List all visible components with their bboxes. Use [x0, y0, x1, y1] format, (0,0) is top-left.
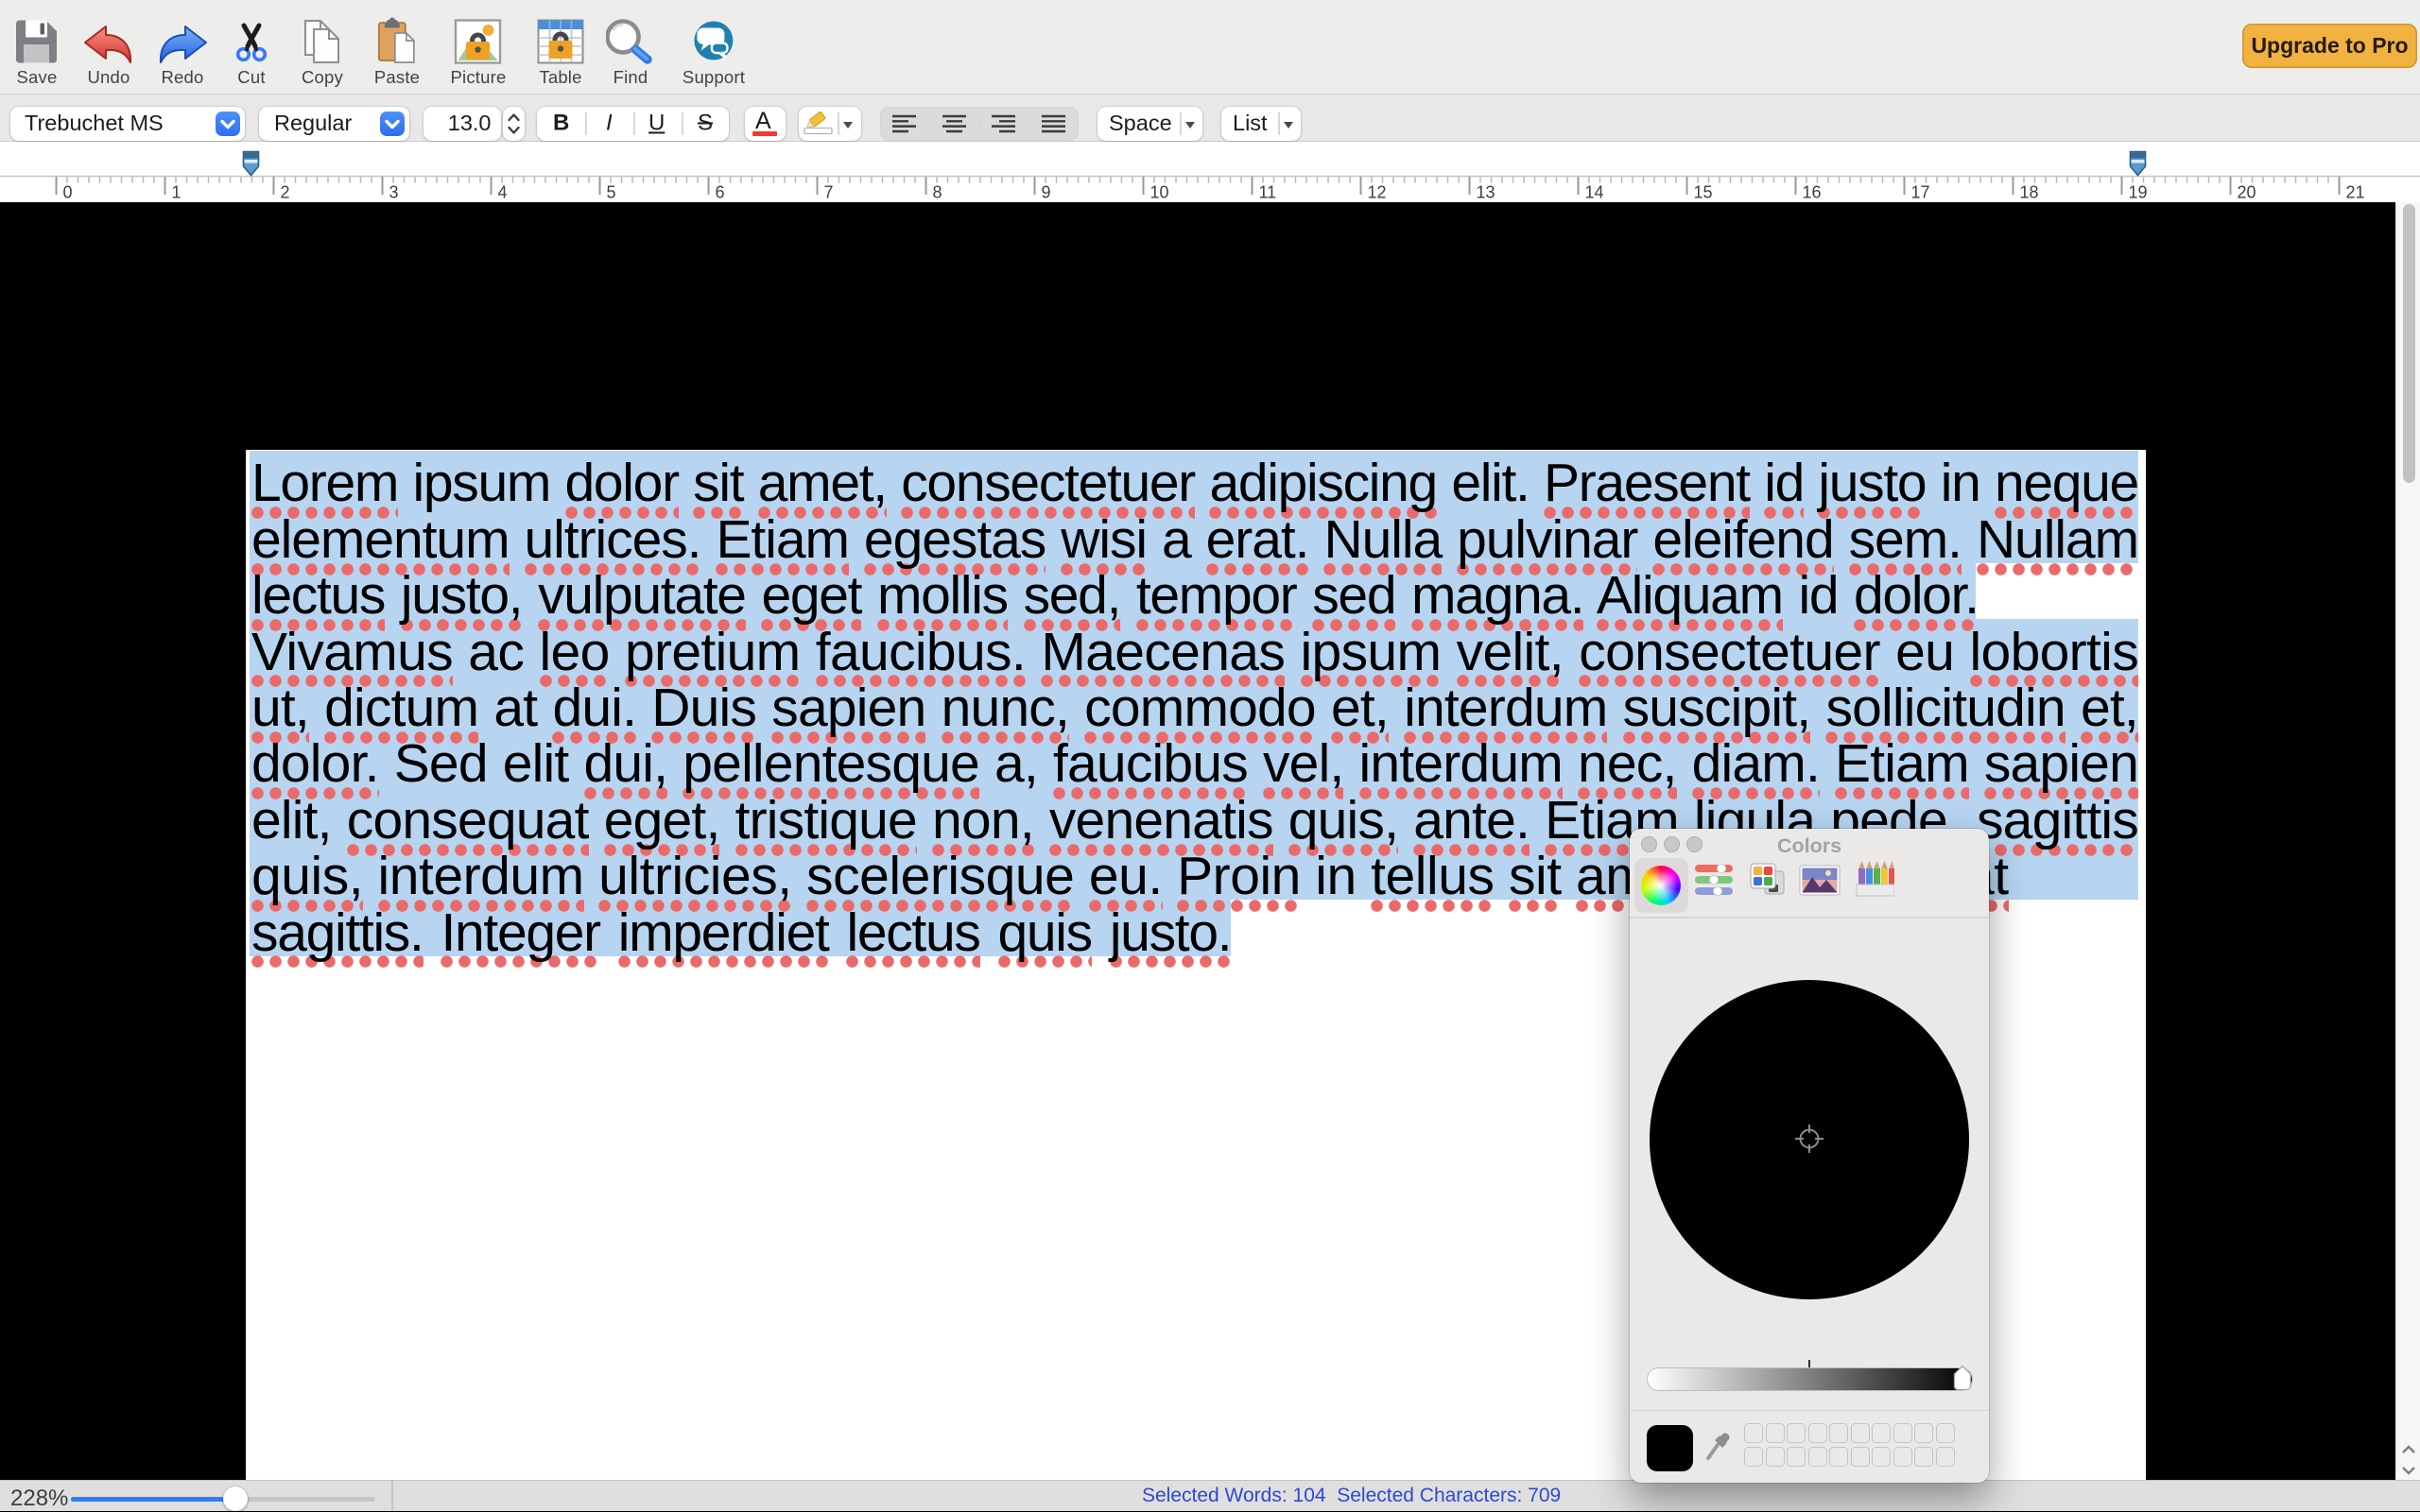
svg-text:10: 10: [1150, 183, 1169, 202]
svg-text:16: 16: [1803, 183, 1822, 202]
svg-text:1: 1: [172, 183, 182, 202]
svg-text:3: 3: [389, 183, 399, 202]
svg-text:17: 17: [1911, 183, 1930, 202]
svg-text:21: 21: [2346, 183, 2365, 202]
svg-text:18: 18: [2020, 183, 2039, 202]
svg-text:8: 8: [933, 183, 942, 202]
svg-text:0: 0: [63, 183, 73, 202]
svg-text:2: 2: [281, 183, 290, 202]
svg-text:19: 19: [2129, 183, 2148, 202]
svg-text:7: 7: [824, 183, 834, 202]
svg-text:15: 15: [1694, 183, 1713, 202]
svg-text:5: 5: [607, 183, 616, 202]
svg-text:12: 12: [1368, 183, 1387, 202]
svg-text:11: 11: [1259, 183, 1277, 202]
svg-text:13: 13: [1477, 183, 1495, 202]
svg-text:9: 9: [1042, 183, 1051, 202]
svg-text:6: 6: [716, 183, 725, 202]
svg-text:20: 20: [2238, 183, 2256, 202]
svg-text:14: 14: [1585, 183, 1604, 202]
svg-text:4: 4: [498, 183, 508, 202]
